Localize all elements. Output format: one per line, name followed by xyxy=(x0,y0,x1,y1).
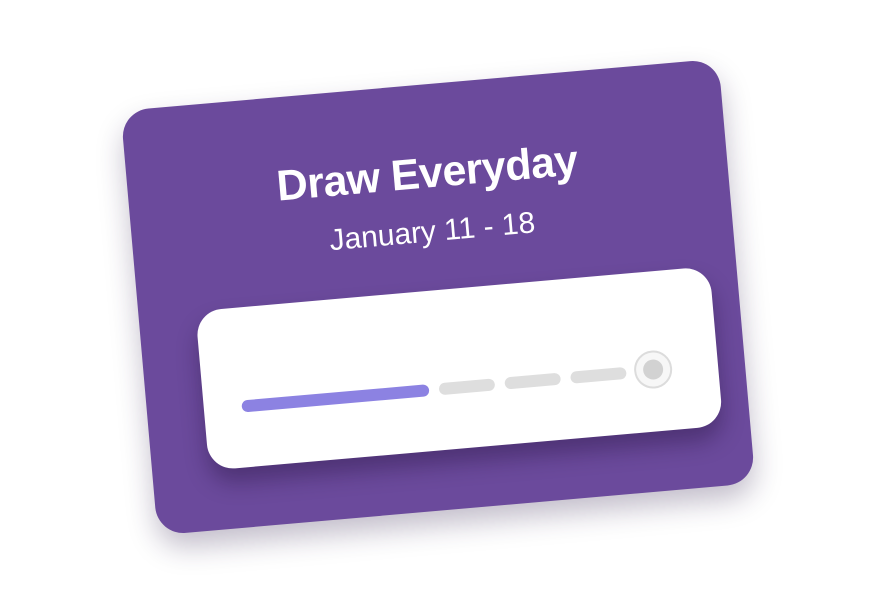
progress-panel xyxy=(195,266,724,471)
challenge-card[interactable]: Draw Everyday January 11 - 18 xyxy=(120,58,756,536)
progress-segment-empty xyxy=(570,366,627,384)
stage: Draw Everyday January 11 - 18 xyxy=(0,0,875,592)
progress-segment-filled xyxy=(241,384,430,413)
progress-segment-empty xyxy=(504,372,562,390)
progress-track xyxy=(240,348,685,423)
circle-target-icon[interactable] xyxy=(632,348,674,391)
progress-segment-empty xyxy=(438,378,496,396)
